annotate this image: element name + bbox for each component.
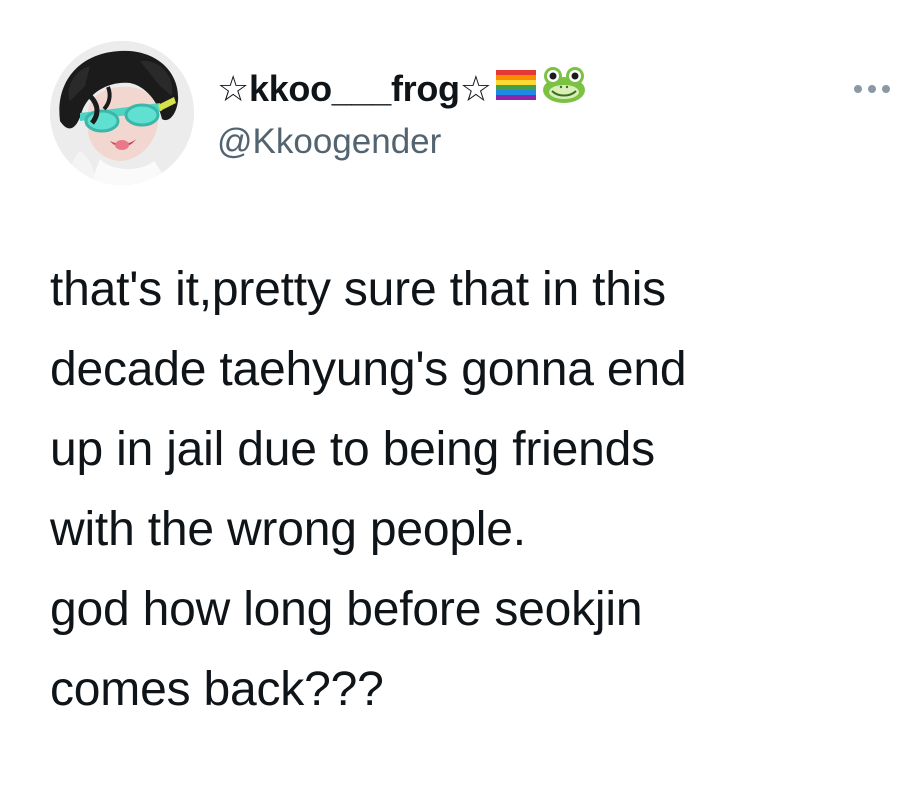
display-name-row[interactable]: ☆kkoo___frog☆ (217, 64, 588, 114)
tweet: ☆kkoo___frog☆ @Kkoogender that's it,pret… (0, 0, 907, 790)
avatar-image (50, 41, 194, 185)
avatar[interactable] (50, 41, 194, 185)
frog-face-icon (540, 64, 588, 114)
user-names: ☆kkoo___frog☆ @Kkoogender (217, 64, 588, 164)
tweet-text: that's it,pretty sure that in this decad… (50, 263, 687, 716)
more-horizontal-icon[interactable] (848, 74, 904, 104)
rainbow-flag-icon (494, 66, 538, 112)
display-name[interactable]: ☆kkoo___frog☆ (217, 67, 492, 111)
user-handle[interactable]: @Kkoogender (217, 120, 588, 164)
